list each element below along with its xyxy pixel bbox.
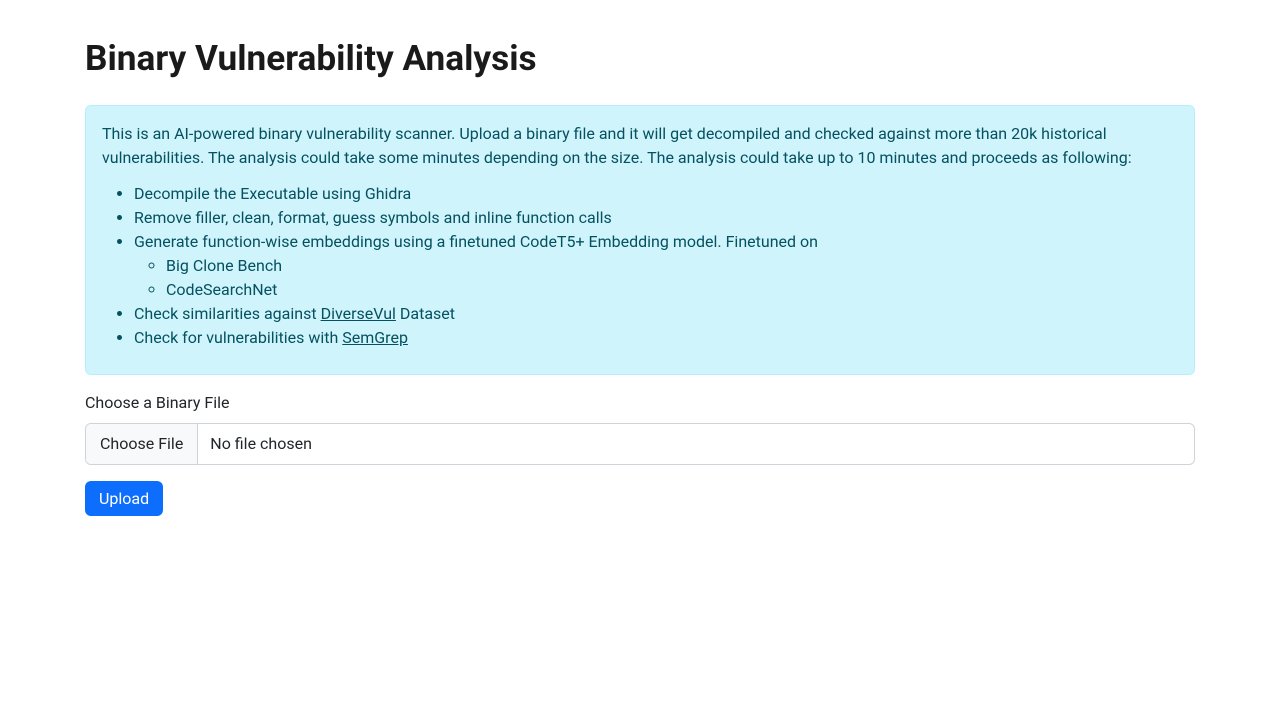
info-panel: This is an AI-powered binary vulnerabili… [85,105,1195,375]
page-title: Binary Vulnerability Analysis [85,32,1195,85]
step-item: Check for vulnerabilities with SemGrep [134,326,1178,350]
step-item: Remove filler, clean, format, guess symb… [134,206,1178,230]
step-item: Check similarities against DiverseVul Da… [134,302,1178,326]
file-input-label: Choose a Binary File [85,391,1195,415]
sub-step-item: Big Clone Bench [166,254,1178,278]
step-text: Generate function-wise embeddings using … [134,232,818,251]
file-input[interactable]: Choose File No file chosen [85,423,1195,465]
sub-steps: Big Clone Bench CodeSearchNet [134,254,1178,302]
semgrep-link[interactable]: SemGrep [342,328,408,347]
step-text: Dataset [396,304,455,323]
sub-step-item: CodeSearchNet [166,278,1178,302]
step-item: Generate function-wise embeddings using … [134,230,1178,302]
info-intro: This is an AI-powered binary vulnerabili… [102,122,1178,170]
step-text: Check similarities against [134,304,321,323]
upload-button[interactable]: Upload [85,481,163,516]
step-text: Check for vulnerabilities with [134,328,342,347]
info-steps: Decompile the Executable using Ghidra Re… [102,182,1178,350]
step-item: Decompile the Executable using Ghidra [134,182,1178,206]
choose-file-button[interactable]: Choose File [86,424,198,464]
file-input-status: No file chosen [198,424,1194,464]
diversevul-link[interactable]: DiverseVul [321,304,396,323]
